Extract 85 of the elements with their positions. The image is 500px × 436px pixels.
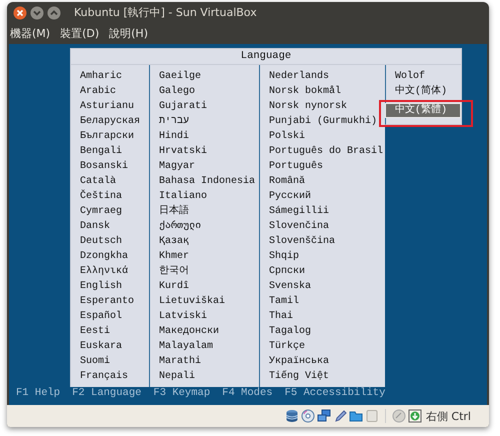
language-option[interactable]: Tiếng Việt	[260, 369, 385, 384]
language-option[interactable]: Italiano	[150, 189, 259, 204]
language-option[interactable]: Slovenčina	[260, 219, 385, 234]
function-key-hint: F2 Language	[72, 387, 142, 399]
function-key-hint: F5 Accessibility	[284, 387, 386, 399]
language-option[interactable]: Български	[71, 129, 149, 144]
language-option[interactable]: Polski	[260, 129, 385, 144]
optical-disc-icon[interactable]	[300, 409, 315, 423]
window-title: Kubuntu [執行中] - Sun VirtualBox	[74, 5, 257, 20]
language-option[interactable]: Cymraeg	[71, 204, 149, 219]
language-option[interactable]: Русский	[260, 189, 385, 204]
language-option[interactable]: Hrvatski	[150, 144, 259, 159]
language-option[interactable]: Tagalog	[260, 324, 385, 339]
language-option[interactable]: Català	[71, 174, 149, 189]
language-option[interactable]: עברית	[150, 114, 259, 129]
language-option[interactable]: Khmer	[150, 249, 259, 264]
host-key-label: 右側 Ctrl	[426, 408, 471, 424]
language-option[interactable]: Қазақ	[150, 234, 259, 249]
language-option[interactable]: Galego	[150, 84, 259, 99]
language-option[interactable]: Türkçe	[260, 339, 385, 354]
hard-disk-icon[interactable]	[284, 409, 299, 423]
dialog-title: Language	[70, 48, 462, 65]
language-option[interactable]: Shqip	[260, 249, 385, 264]
language-option[interactable]: 한국어	[150, 264, 259, 279]
language-option[interactable]: Marathi	[150, 354, 259, 369]
language-option[interactable]: Wolof	[386, 69, 461, 84]
language-option[interactable]: Bengali	[71, 144, 149, 159]
language-option[interactable]: Română	[260, 174, 385, 189]
language-option[interactable]: English	[71, 279, 149, 294]
language-option[interactable]: Gaeilge	[150, 69, 259, 84]
language-option[interactable]: Bahasa Indonesia	[150, 174, 259, 189]
language-option[interactable]: Sámegillii	[260, 204, 385, 219]
menu-item[interactable]: 裝置(D)	[60, 26, 100, 41]
language-option[interactable]: Norsk nynorsk	[260, 99, 385, 114]
language-option[interactable]: Українська	[260, 354, 385, 369]
language-option[interactable]: Беларуская	[71, 114, 149, 129]
language-option[interactable]: Ελληνικά	[71, 264, 149, 279]
language-option[interactable]: Tamil	[260, 294, 385, 309]
language-option[interactable]: Português do Brasil	[260, 144, 385, 159]
language-option[interactable]: Español	[71, 309, 149, 324]
download-arrow-icon[interactable]	[408, 409, 422, 423]
language-option[interactable]: Thai	[260, 309, 385, 324]
language-option[interactable]: Deutsch	[71, 234, 149, 249]
language-option[interactable]: Dzongkha	[71, 249, 149, 264]
menu-item[interactable]: 機器(M)	[10, 26, 50, 41]
language-option[interactable]: Malayalam	[150, 339, 259, 354]
language-option[interactable]: Nederlands	[260, 69, 385, 84]
language-option[interactable]: Svenska	[260, 279, 385, 294]
language-option[interactable]: Amharic	[71, 69, 149, 84]
network-icon[interactable]	[316, 409, 331, 423]
language-option[interactable]: Magyar	[150, 159, 259, 174]
language-option[interactable]: 中文(繁體)	[385, 103, 461, 118]
language-option[interactable]: 中文(简体)	[386, 84, 461, 99]
language-option[interactable]: Punjabi (Gurmukhi)	[260, 114, 385, 129]
language-option[interactable]: Norsk bokmål	[260, 84, 385, 99]
language-option[interactable]: Nepali	[150, 369, 259, 384]
language-option[interactable]: Asturianu	[71, 99, 149, 114]
function-key-hint: F1 Help	[16, 387, 60, 399]
language-option[interactable]: Euskara	[71, 339, 149, 354]
language-option[interactable]: Hindi	[150, 129, 259, 144]
language-option[interactable]: Lietuviškai	[150, 294, 259, 309]
language-option[interactable]: ქართული	[150, 219, 259, 234]
usb-pen-icon[interactable]	[332, 409, 347, 423]
language-option[interactable]: Suomi	[71, 354, 149, 369]
language-option[interactable]: Português	[260, 159, 385, 174]
language-option[interactable]: Kurdî	[150, 279, 259, 294]
language-option[interactable]: Latviski	[150, 309, 259, 324]
language-option[interactable]: Esperanto	[71, 294, 149, 309]
menu-item[interactable]: 說明(H)	[109, 26, 148, 41]
language-option[interactable]: Македонски	[150, 324, 259, 339]
language-option[interactable]: Српски	[260, 264, 385, 279]
language-option[interactable]: 日本語	[150, 204, 259, 219]
function-key-hint: F4 Modes	[222, 387, 273, 399]
function-key-hint: F3 Keymap	[153, 387, 210, 399]
folder-icon[interactable]	[348, 409, 363, 423]
close-icon[interactable]	[13, 6, 27, 20]
language-option[interactable]: Slovenščina	[260, 234, 385, 249]
maximize-icon[interactable]	[47, 6, 61, 20]
language-option[interactable]: Français	[71, 369, 149, 384]
language-option[interactable]: Eesti	[71, 324, 149, 339]
language-option[interactable]: Dansk	[71, 219, 149, 234]
language-option[interactable]: Čeština	[71, 189, 149, 204]
language-option[interactable]: Bosanski	[71, 159, 149, 174]
language-option[interactable]: Gujarati	[150, 99, 259, 114]
language-option[interactable]: Arabic	[71, 84, 149, 99]
